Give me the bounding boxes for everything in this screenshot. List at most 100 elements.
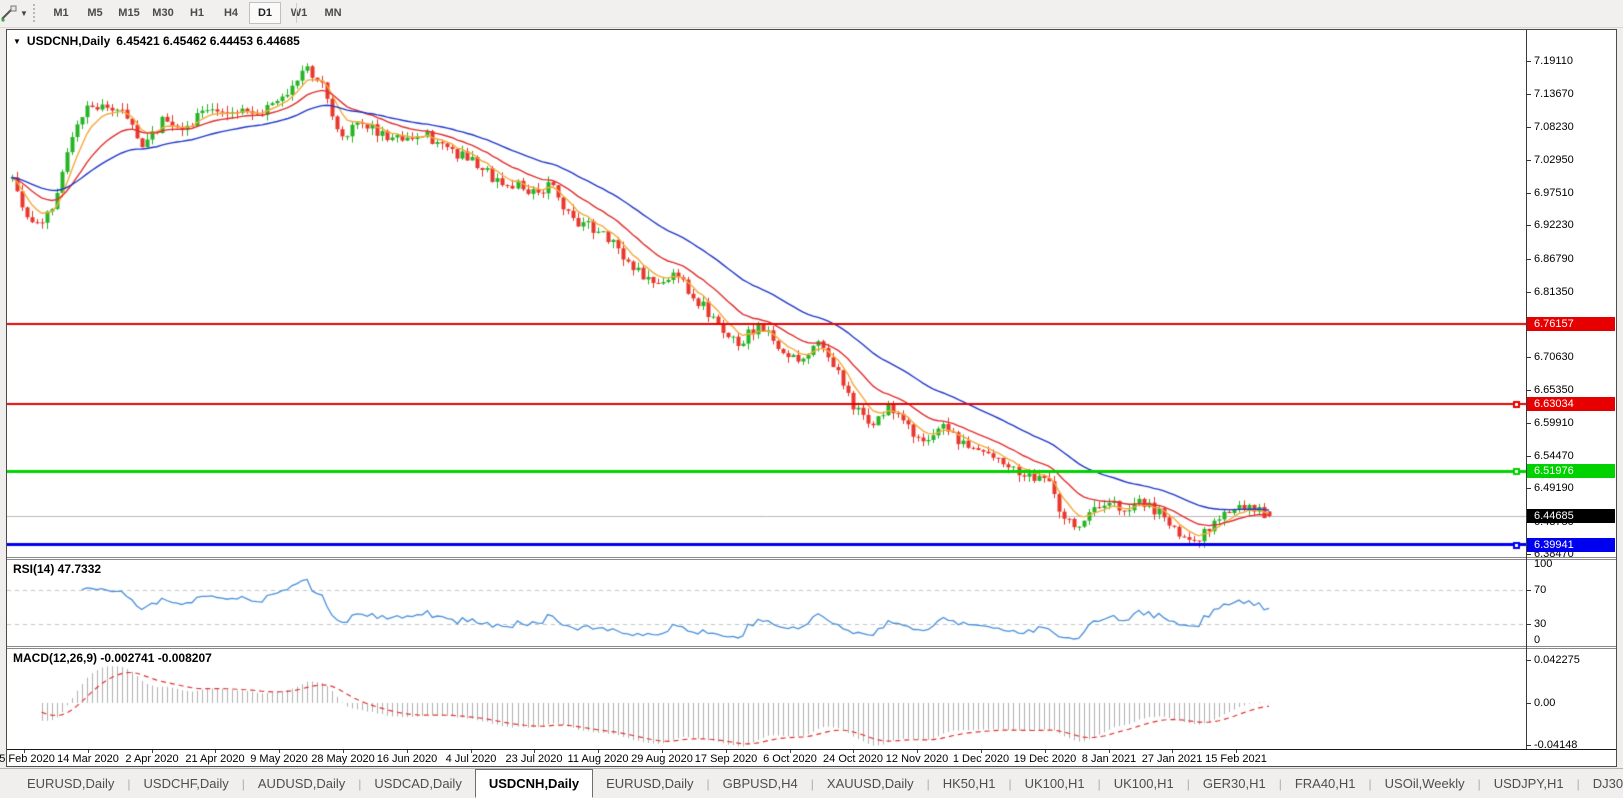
axis-tick-dash — [1526, 488, 1531, 489]
rsi-panel-canvas[interactable] — [7, 560, 1526, 646]
axis-tick-dash — [1526, 160, 1531, 161]
chart-tab-fra40-h1[interactable]: FRA40,H1 — [1282, 770, 1369, 798]
chart-tab-dj30-daily[interactable]: DJ30,Daily — [1580, 770, 1623, 798]
date-label: 2 Apr 2020 — [125, 753, 179, 765]
date-label: 1 Dec 2020 — [952, 753, 1010, 765]
hline-price-flag: 6.76157 — [1527, 317, 1615, 331]
date-label: 14 Mar 2020 — [57, 753, 119, 765]
date-label: 15 Feb 2021 — [1205, 753, 1267, 765]
macd-panel-canvas[interactable] — [7, 649, 1526, 749]
chart-tab-usoil-weekly[interactable]: USOil,Weekly — [1372, 770, 1478, 798]
chart-tab-eurusd-daily[interactable]: EURUSD,Daily — [593, 770, 706, 798]
timeframe-button-h4[interactable]: H4 — [215, 2, 247, 24]
date-label: 9 May 2020 — [250, 753, 308, 765]
top-toolbar: ▼ M1 M5 M15 M30 H1 H4 D1 W1 MN — [0, 0, 1623, 28]
chart-tab-usdchf-daily[interactable]: USDCHF,Daily — [131, 770, 242, 798]
timeframe-button-mn[interactable]: MN — [317, 2, 349, 24]
date-label: 25 Feb 2020 — [0, 753, 55, 765]
price-tick-label: 7.08230 — [1534, 121, 1574, 133]
axis-tick-dash — [1526, 193, 1531, 194]
date-label: 16 Jun 2020 — [376, 753, 438, 765]
chart-tab-ger30-h1[interactable]: GER30,H1 — [1190, 770, 1279, 798]
price-tick-label: 7.02950 — [1534, 154, 1574, 166]
mt4-application: ▼ M1 M5 M15 M30 H1 H4 D1 W1 MN ▼ USDCNH,Daily 6.… — [0, 0, 1623, 798]
dropdown-arrow-icon[interactable]: ▼ — [20, 9, 28, 18]
date-label: 11 Aug 2020 — [567, 753, 629, 765]
price-axis[interactable]: 7.19110 7.13670 7.08230 7.02950 6.97510 6.922… — [1526, 30, 1616, 766]
macd-axis-label: 0.00 — [1534, 697, 1556, 709]
chart-tab-usdcnh-daily[interactable]: USDCNH,Daily — [474, 768, 594, 798]
price-tick-label: 6.65350 — [1534, 384, 1574, 396]
main-chart-canvas[interactable] — [7, 30, 1526, 557]
axis-tick-dash — [1526, 94, 1531, 95]
axis-tick-dash — [1526, 357, 1531, 358]
price-tick-label: 6.92230 — [1534, 219, 1574, 231]
date-label: 19 Dec 2020 — [1013, 753, 1077, 765]
timeframe-button-m15[interactable]: M15 — [113, 2, 145, 24]
axis-tick-dash — [1526, 225, 1531, 226]
chart-symbol-label: USDCNH,Daily — [26, 34, 111, 48]
date-label: 12 Nov 2020 — [885, 753, 949, 765]
axis-tick-dash — [1526, 259, 1531, 260]
hline-price-flag: 6.63034 — [1527, 397, 1615, 411]
price-tick-label: 6.70630 — [1534, 351, 1574, 363]
price-tick-label: 6.54470 — [1534, 450, 1574, 462]
date-label: 21 Apr 2020 — [185, 753, 245, 765]
chart-tab-hk50-h1[interactable]: HK50,H1 — [930, 770, 1009, 798]
timeframe-button-m30[interactable]: M30 — [147, 2, 179, 24]
date-axis[interactable]: 25 Feb 202014 Mar 2020 2 Apr 2020 21 Apr 2… — [0, 749, 1616, 766]
price-tick-label: 7.13670 — [1534, 88, 1574, 100]
date-label: 4 Jul 2020 — [445, 753, 497, 765]
macd-tick-dash — [1526, 703, 1531, 704]
timeframe-button-w1[interactable]: W1 — [283, 2, 315, 24]
macd-indicator-label: MACD(12,26,9) -0.002741 -0.008207 — [13, 651, 212, 665]
chart-window: ▼ USDCNH,Daily 6.45421 6.45462 6.44453 6… — [0, 29, 1617, 767]
chart-tab-uk100-h1[interactable]: UK100,H1 — [1012, 770, 1098, 798]
chart-tab-eurusd-daily[interactable]: EURUSD,Daily — [14, 770, 127, 798]
axis-tick-dash — [1526, 292, 1531, 293]
axis-tick-dash — [1526, 456, 1531, 457]
timeframe-button-h1[interactable]: H1 — [181, 2, 213, 24]
chart-tab-usdcad-daily[interactable]: USDCAD,Daily — [361, 770, 474, 798]
chart-tab-usdjpy-h1[interactable]: USDJPY,H1 — [1481, 770, 1577, 798]
toolbar-separator — [296, 3, 297, 23]
timeframe-button-d1[interactable]: D1 — [249, 2, 281, 24]
date-label: 27 Jan 2021 — [1141, 753, 1203, 765]
date-label: 24 Oct 2020 — [823, 753, 883, 765]
rsi-tick-dash — [1526, 590, 1531, 591]
axis-tick-dash — [1526, 423, 1531, 424]
timeframe-button-m5[interactable]: M5 — [79, 2, 111, 24]
date-label: 29 Aug 2020 — [631, 753, 693, 765]
macd-axis-label: 0.042275 — [1534, 654, 1580, 666]
timeframe-buttons: M1 M5 M15 M30 H1 H4 D1 W1 MN — [44, 2, 350, 24]
rsi-axis-label: 0 — [1534, 634, 1541, 646]
axis-tick-dash — [1526, 61, 1531, 62]
chart-tab-gbpusd-h4[interactable]: GBPUSD,H4 — [710, 770, 811, 798]
collapse-arrow-icon[interactable]: ▼ — [13, 37, 21, 46]
chart-tab-xauusd-daily[interactable]: XAUUSD,Daily — [814, 770, 927, 798]
price-tick-label: 6.81350 — [1534, 286, 1574, 298]
axis-tick-dash — [1526, 554, 1531, 555]
chart-tab-uk100-h1[interactable]: UK100,H1 — [1101, 770, 1187, 798]
chart-ohlc-values: 6.45421 6.45462 6.44453 6.44685 — [116, 34, 300, 48]
crosshair-tool-icon[interactable] — [0, 4, 18, 22]
drawing-tool-group[interactable]: ▼ — [0, 2, 28, 24]
toolbar-grip[interactable] — [33, 4, 38, 22]
macd-tick-dash — [1526, 660, 1531, 661]
rsi-indicator-label: RSI(14) 47.7332 — [13, 562, 102, 576]
chart-title: ▼ USDCNH,Daily 6.45421 6.45462 6.44453 6… — [13, 34, 300, 48]
price-tick-label: 6.59910 — [1534, 417, 1574, 429]
timeframe-button-m1[interactable]: M1 — [45, 2, 77, 24]
date-label: 8 Jan 2021 — [1081, 753, 1137, 765]
axis-tick-dash — [1526, 390, 1531, 391]
rsi-axis-label: 70 — [1534, 584, 1547, 596]
chart-tab-audusd-daily[interactable]: AUDUSD,Daily — [245, 770, 358, 798]
hline-price-flag: 6.39941 — [1527, 538, 1615, 552]
price-tick-label: 6.49190 — [1534, 482, 1574, 494]
price-tick-label: 6.86790 — [1534, 253, 1574, 265]
chart-window-inner: ▼ USDCNH,Daily 6.45421 6.45462 6.44453 6… — [0, 30, 1616, 766]
chart-tabs-bar: EURUSD,Daily | USDCHF,Daily | AUDUSD,Daily | U… — [0, 768, 1623, 798]
hline-price-flag: 6.51976 — [1527, 464, 1615, 478]
macd-tick-dash — [1526, 745, 1531, 746]
price-tick-label: 6.97510 — [1534, 187, 1574, 199]
